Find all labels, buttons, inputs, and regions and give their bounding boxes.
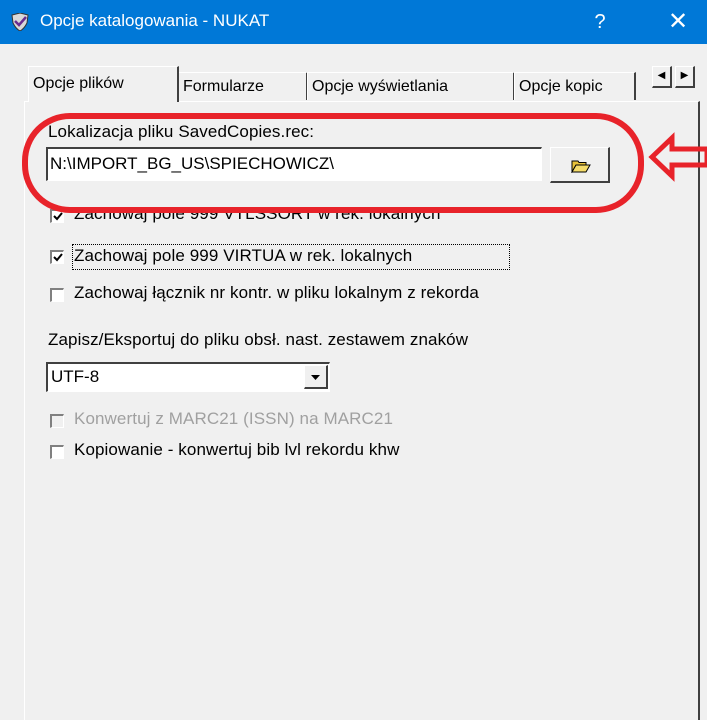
check-mark-icon xyxy=(53,253,63,262)
checkbox-lacznik[interactable] xyxy=(50,288,64,302)
check-mark-icon xyxy=(53,212,63,221)
tab-formularze[interactable]: Formularze xyxy=(178,72,308,100)
charset-label: Zapisz/Eksportuj do pliku obsł. nast. ze… xyxy=(48,330,469,349)
dialog-window: Opcje katalogowania - NUKAT ? ✕ Formular… xyxy=(0,0,707,720)
checkbox-konwertuj-marc21 xyxy=(50,414,64,428)
annotation-arrow-icon xyxy=(648,132,707,182)
tab-opcje-plikow[interactable]: Opcje plików xyxy=(28,66,179,102)
tab-opcje-wyswietlania[interactable]: Opcje wyświetlania xyxy=(307,72,515,100)
checkbox-virtua[interactable] xyxy=(50,250,64,264)
charset-selected-value: UTF-8 xyxy=(51,367,100,386)
app-shield-icon xyxy=(11,13,29,31)
close-button[interactable]: ✕ xyxy=(650,0,706,44)
charset-select[interactable]: UTF-8 xyxy=(46,362,330,392)
tab-opcje-kopiowania[interactable]: Opcje kopic xyxy=(514,72,636,100)
window-title: Opcje katalogowania - NUKAT xyxy=(40,11,270,30)
help-button[interactable]: ? xyxy=(572,0,628,44)
arrow-left-icon: ◀ xyxy=(657,70,666,81)
tab-scroll-left-button[interactable]: ◀ xyxy=(652,66,672,88)
arrow-right-icon: ▶ xyxy=(680,70,689,81)
checkbox-kopiowanie-bib-lvl[interactable] xyxy=(50,445,64,459)
checkbox-virtua-label[interactable]: Zachowaj pole 999 VIRTUA w rek. lokalnyc… xyxy=(74,246,412,266)
checkbox-lacznik-label[interactable]: Zachowaj łącznik nr kontr. w pliku lokal… xyxy=(74,283,479,303)
title-bar[interactable]: Opcje katalogowania - NUKAT ? ✕ xyxy=(0,0,707,44)
annotation-ellipse xyxy=(22,113,644,213)
checkbox-kopiowanie-bib-lvl-label[interactable]: Kopiowanie - konwertuj bib lvl rekordu k… xyxy=(74,440,399,460)
checkbox-konwertuj-marc21-label: Konwertuj z MARC21 (ISSN) na MARC21 xyxy=(74,409,394,428)
tab-scroll-right-button[interactable]: ▶ xyxy=(675,66,695,88)
chevron-down-icon[interactable] xyxy=(304,365,328,389)
